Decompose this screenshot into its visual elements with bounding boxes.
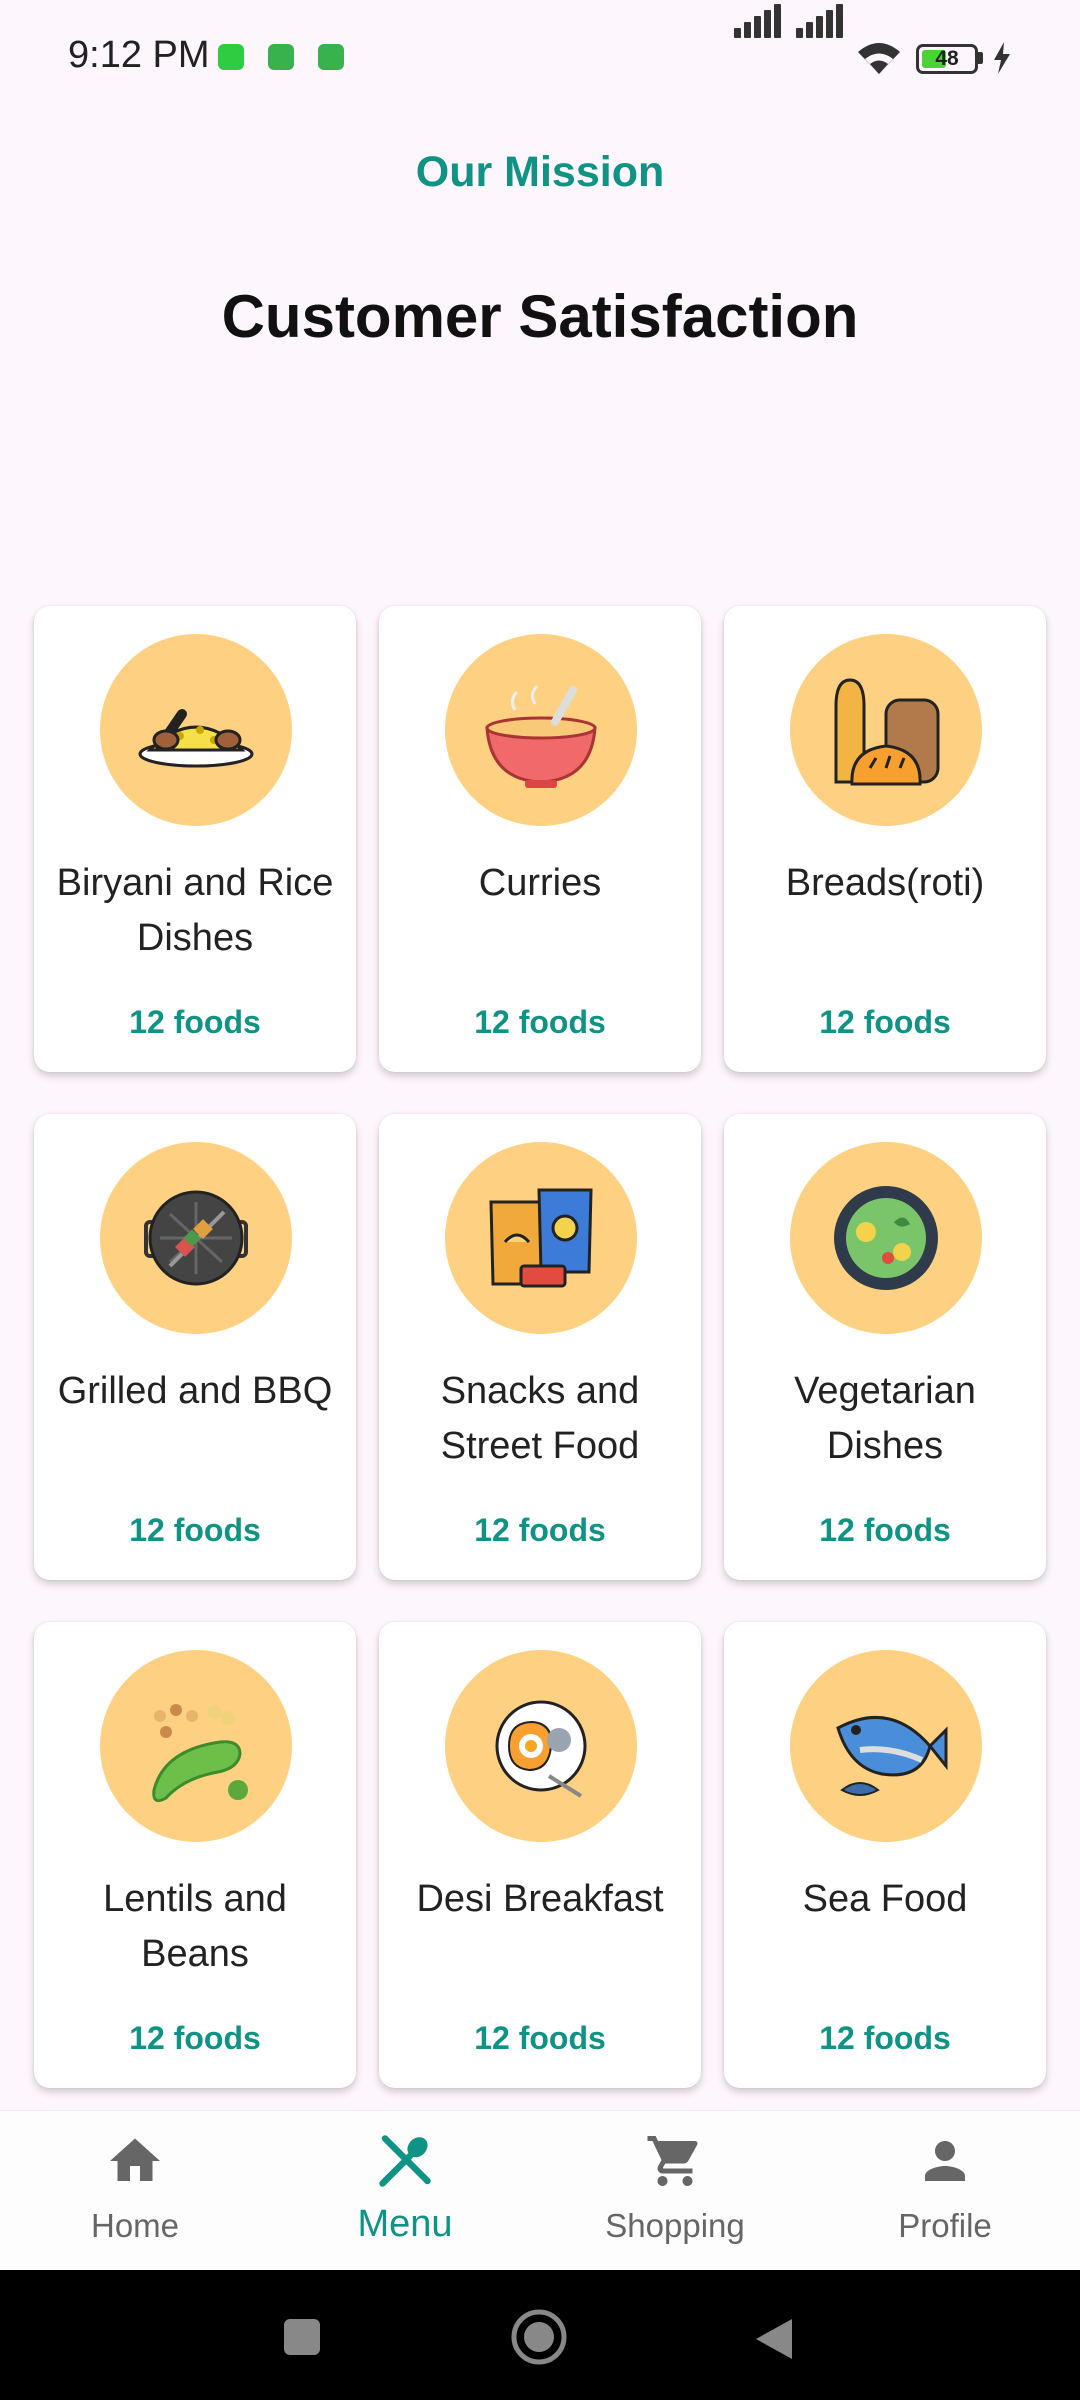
nav-label: Profile — [898, 2207, 992, 2244]
category-count: 12 foods — [474, 1004, 606, 1040]
category-name: Snacks and Street Food — [440, 1370, 640, 1467]
category-card[interactable]: Sea Food 12 foods — [724, 1622, 1046, 2088]
category-name: Grilled and BBQ — [57, 1370, 333, 1412]
category-icon-circle — [790, 1650, 982, 1842]
category-icon-circle — [790, 634, 982, 826]
category-name: Lentils and Beans — [103, 1878, 287, 1975]
category-icon-circle — [100, 634, 292, 826]
category-card[interactable]: Breads(roti) 12 foods — [724, 606, 1046, 1072]
category-count: 12 foods — [129, 1512, 261, 1548]
category-count: 12 foods — [474, 2020, 606, 2056]
category-count: 12 foods — [819, 1512, 951, 1548]
category-card[interactable]: Vegetarian Dishes 12 foods — [724, 1114, 1046, 1580]
category-count: 12 foods — [129, 2020, 261, 2056]
back-system-button[interactable] — [752, 2315, 796, 2363]
category-card[interactable]: Biryani and Rice Dishes 12 foods — [34, 606, 356, 1072]
category-name: Desi Breakfast — [416, 1878, 664, 1920]
category-name: Biryani and Rice Dishes — [56, 862, 334, 959]
nav-label: Shopping — [605, 2207, 745, 2244]
beans-icon — [152, 1704, 248, 1803]
category-grid: Biryani and Rice Dishes 12 foods Curries… — [0, 0, 1080, 2110]
system-nav-bar — [0, 2270, 1080, 2400]
vegetable-bowl-icon — [834, 1186, 938, 1290]
bottom-nav: Home Menu Shopping Profile — [0, 2110, 1080, 2271]
bread-icon — [834, 678, 940, 786]
category-count: 12 foods — [474, 1512, 606, 1548]
nav-label: Home — [90, 2207, 180, 2244]
category-count: 12 foods — [819, 1004, 951, 1040]
fish-icon — [836, 1715, 948, 1796]
category-name: Sea Food — [802, 1878, 968, 1920]
cart-icon — [647, 2136, 698, 2186]
nav-shopping[interactable]: Shopping — [540, 2111, 810, 2271]
nav-label: Menu — [357, 2203, 453, 2245]
category-icon-circle — [445, 1650, 637, 1842]
category-icon-circle — [100, 1650, 292, 1842]
home-system-button[interactable] — [510, 2308, 568, 2366]
category-name: Curries — [478, 862, 602, 904]
nav-home[interactable]: Home — [0, 2111, 270, 2271]
category-icon-circle — [790, 1142, 982, 1334]
profile-icon — [925, 2141, 965, 2181]
category-card[interactable]: Grilled and BBQ 12 foods — [34, 1114, 356, 1580]
category-name: Breads(roti) — [785, 862, 985, 904]
category-card[interactable]: Lentils and Beans 12 foods — [34, 1622, 356, 2088]
curry-bowl-icon — [485, 684, 597, 788]
nav-profile[interactable]: Profile — [810, 2111, 1080, 2271]
menu-utensils-icon — [379, 2135, 431, 2187]
biryani-icon — [138, 709, 254, 768]
grill-icon — [144, 1190, 248, 1286]
recent-apps-button[interactable] — [280, 2315, 324, 2359]
category-icon-circle — [445, 1142, 637, 1334]
category-card[interactable]: Snacks and Street Food 12 foods — [379, 1114, 701, 1580]
category-name: Vegetarian Dishes — [794, 1370, 976, 1467]
category-count: 12 foods — [819, 2020, 951, 2056]
snacks-icon — [489, 1188, 593, 1288]
category-count: 12 foods — [129, 1004, 261, 1040]
home-icon — [110, 2138, 160, 2181]
nav-menu[interactable]: Menu — [270, 2111, 540, 2271]
category-card[interactable]: Desi Breakfast 12 foods — [379, 1622, 701, 2088]
breakfast-plate-icon — [495, 1700, 587, 1798]
category-icon-circle — [445, 634, 637, 826]
category-icon-circle — [100, 1142, 292, 1334]
category-card[interactable]: Curries 12 foods — [379, 606, 701, 1072]
